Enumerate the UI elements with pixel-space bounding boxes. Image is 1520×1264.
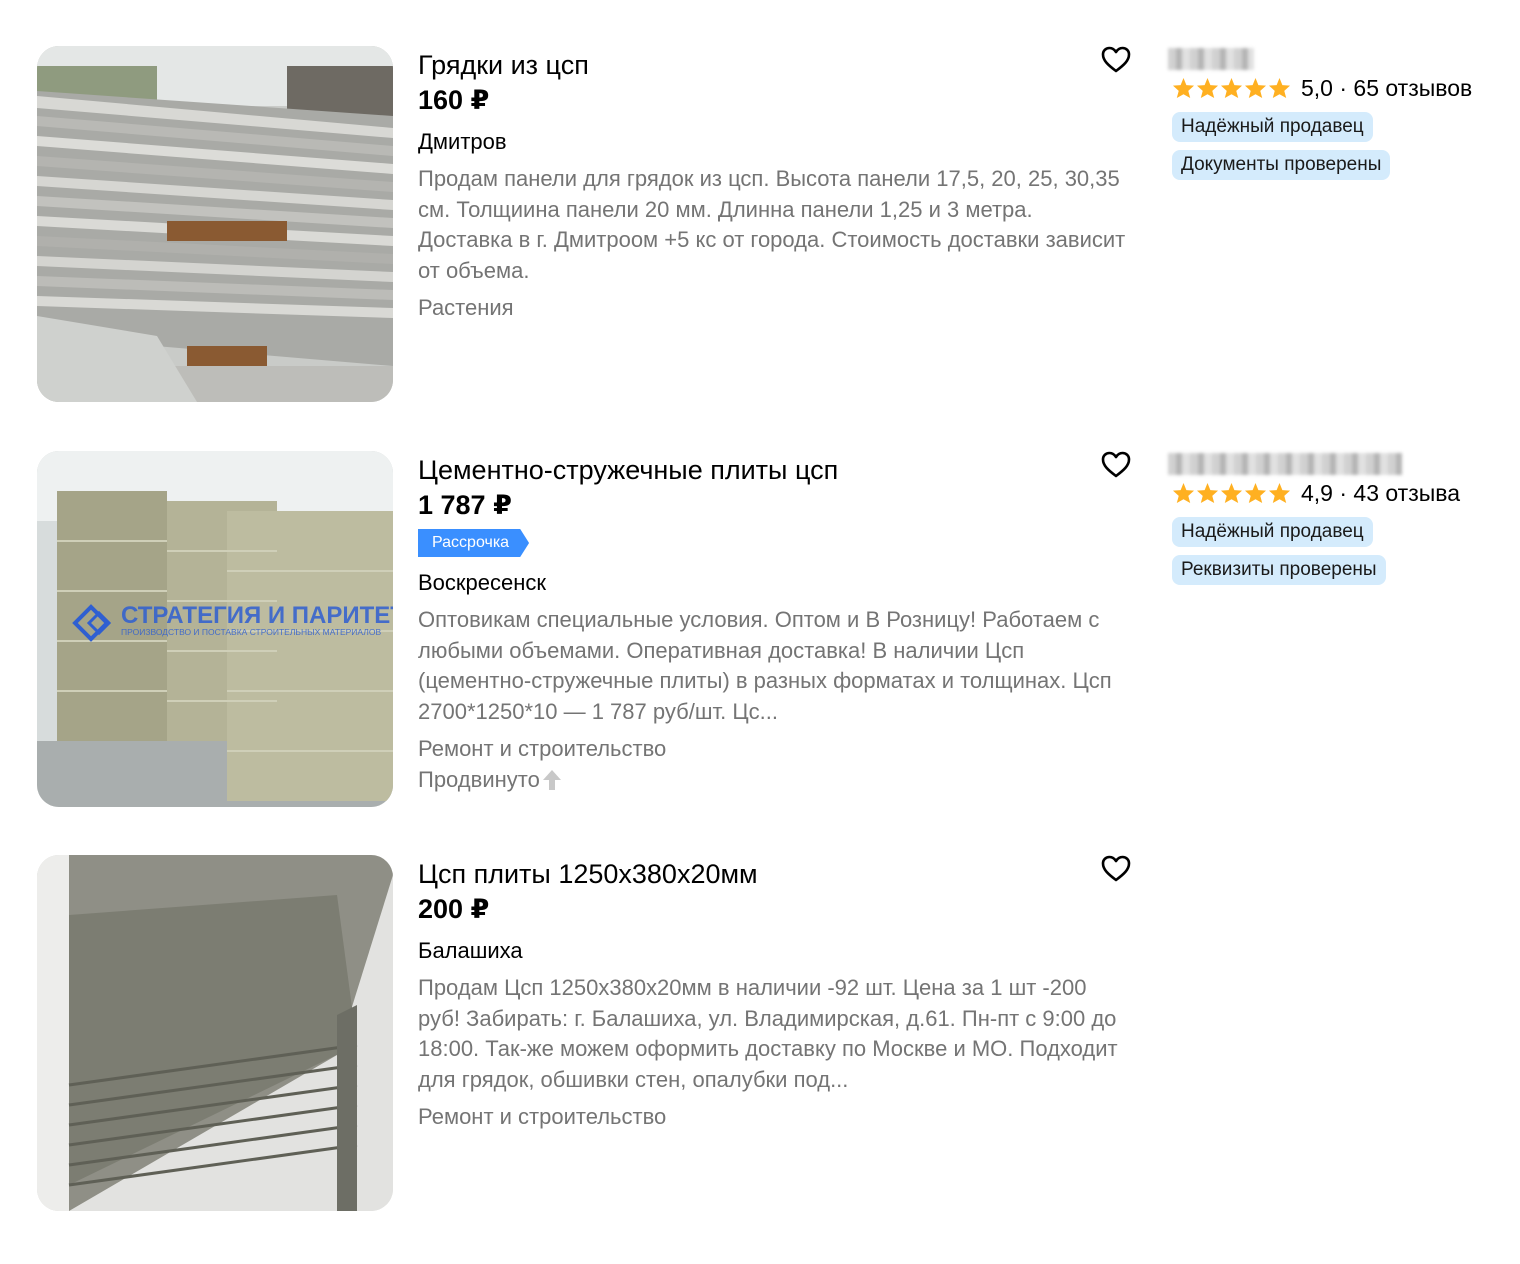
listing-card[interactable]: СТРАТЕГИЯ И ПАРИТЕТ ПРОИЗВОДСТВО И ПОСТА…	[37, 451, 1497, 807]
favorite-heart-icon[interactable]	[1101, 46, 1133, 74]
star-icon	[1220, 482, 1243, 504]
listing-photo-image: СТРАТЕГИЯ И ПАРИТЕТ ПРОИЗВОДСТВО И ПОСТА…	[37, 451, 393, 807]
installment-badge: Рассрочка	[418, 529, 530, 557]
star-icon	[1244, 77, 1267, 99]
star-icon	[1268, 77, 1291, 99]
listing-category: Ремонт и строительство	[418, 736, 667, 761]
trusted-seller-badge[interactable]: Надёжный продавец	[1172, 517, 1373, 547]
star-icon	[1196, 77, 1219, 99]
favorite-heart-icon[interactable]	[1101, 451, 1133, 479]
listing-photo-image	[37, 46, 393, 402]
listing-category: Ремонт и строительство	[418, 1104, 667, 1129]
seller-rating[interactable]: 4,9 · 43 отзыва	[1168, 477, 1498, 509]
arrow-up-icon	[542, 770, 561, 790]
listing-photo[interactable]	[37, 46, 393, 402]
listing-location: Балашиха	[418, 938, 523, 963]
trusted-seller-badge[interactable]: Надёжный продавец	[1172, 112, 1373, 142]
listing-category: Растения	[418, 295, 514, 320]
listing-description: Оптовикам специальные условия. Оптом и В…	[418, 607, 1112, 724]
star-icon	[1244, 482, 1267, 504]
rating-stars	[1172, 482, 1291, 504]
listing-photo-image	[37, 855, 393, 1211]
star-icon	[1172, 482, 1195, 504]
seller-name-blurred[interactable]	[1168, 48, 1254, 70]
seller-name-blurred[interactable]	[1168, 453, 1402, 475]
listing-description: Продам панели для грядок из цсп. Высота …	[418, 166, 1126, 283]
listing-title[interactable]: Грядки из цсп	[418, 48, 1118, 82]
rating-text: 5,0 · 65 отзывов	[1301, 74, 1473, 101]
star-icon	[1196, 482, 1219, 504]
documents-verified-badge[interactable]: Документы проверены	[1172, 150, 1391, 180]
image-watermark: СТРАТЕГИЯ И ПАРИТЕТ	[121, 602, 393, 629]
listing-photo[interactable]	[37, 855, 393, 1211]
star-icon	[1172, 77, 1195, 99]
listing-price: 1 787 ₽	[418, 490, 512, 520]
listing-description: Продам Цсп 1250x380x20мм в наличии -92 ш…	[418, 975, 1118, 1092]
promoted-text: Продвинуто	[418, 767, 540, 792]
star-icon	[1268, 482, 1291, 504]
listing-location: Дмитров	[418, 129, 507, 154]
seller-info: 4,9 · 43 отзыва Надёжный продавец Реквиз…	[1168, 451, 1498, 585]
listing-price: 200 ₽	[418, 894, 490, 924]
listing-photo[interactable]: СТРАТЕГИЯ И ПАРИТЕТ ПРОИЗВОДСТВО И ПОСТА…	[37, 451, 393, 807]
seller-info: 5,0 · 65 отзывов Надёжный продавец Докум…	[1168, 46, 1498, 180]
rating-stars	[1172, 77, 1291, 99]
listing-title[interactable]: Цементно-стружечные плиты цсп	[418, 453, 1118, 487]
listing-card[interactable]: Цсп плиты 1250x380x20мм 200 ₽ Балашиха П…	[37, 855, 1497, 1211]
star-icon	[1220, 77, 1243, 99]
requisites-verified-badge[interactable]: Реквизиты проверены	[1172, 555, 1386, 585]
favorite-heart-icon[interactable]	[1101, 855, 1133, 883]
listing-location: Воскресенск	[418, 570, 547, 595]
listing-card[interactable]: Грядки из цсп 160 ₽ Дмитров Продам панел…	[37, 46, 1497, 402]
listing-title[interactable]: Цсп плиты 1250x380x20мм	[418, 857, 1118, 891]
listing-price: 160 ₽	[418, 85, 490, 115]
seller-rating[interactable]: 5,0 · 65 отзывов	[1168, 72, 1498, 104]
rating-text: 4,9 · 43 отзыва	[1301, 479, 1461, 506]
promoted-label: Продвинуто	[418, 766, 1118, 794]
image-watermark-sub: ПРОИЗВОДСТВО И ПОСТАВКА СТРОИТЕЛЬНЫХ МАТ…	[121, 627, 381, 637]
